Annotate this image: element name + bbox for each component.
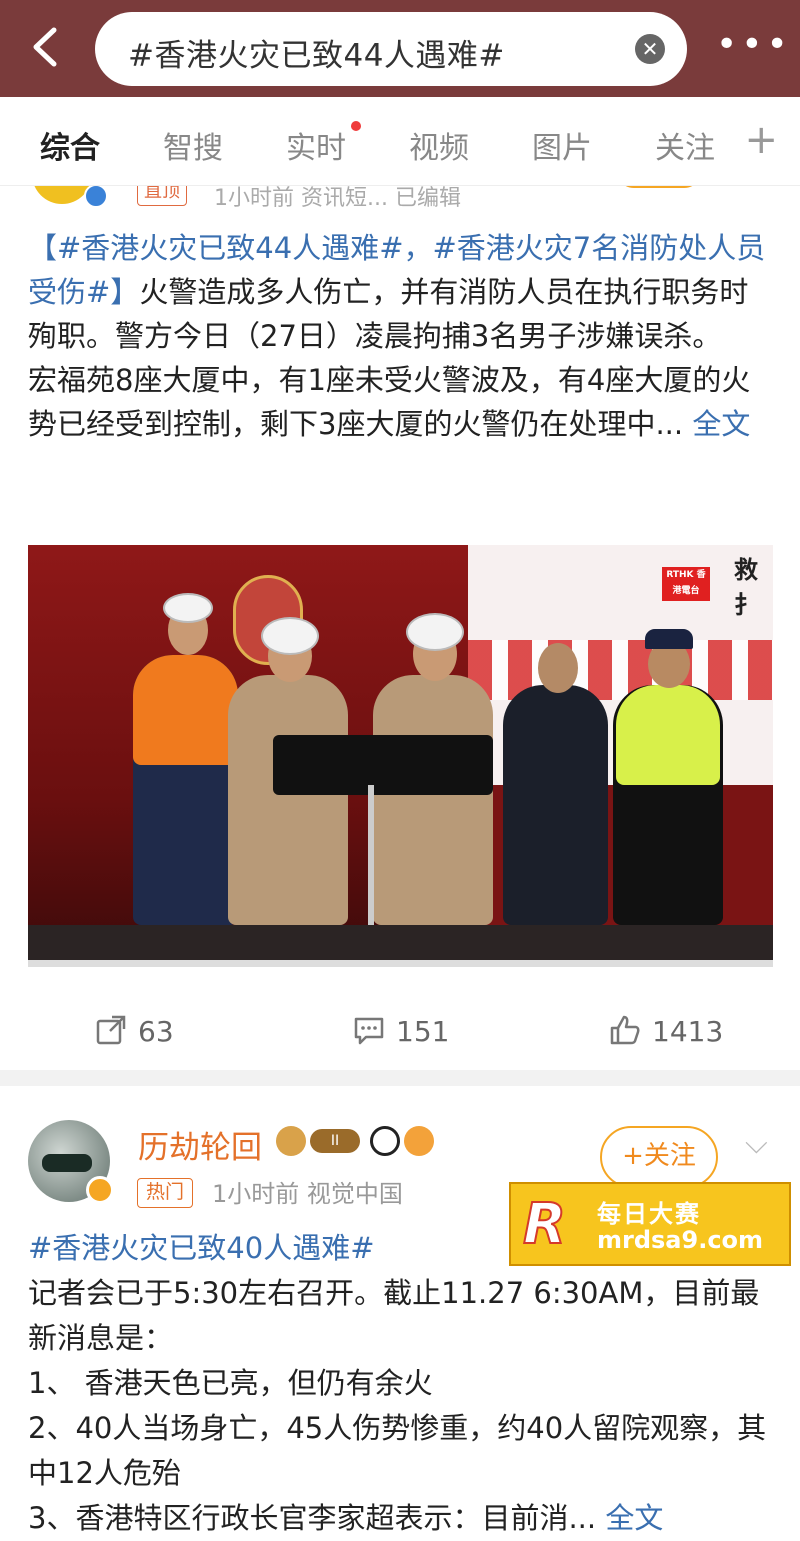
post-meta: 1小时前 资讯短... 已编辑 bbox=[214, 186, 461, 211]
pinned-badge: 直顶 bbox=[137, 186, 187, 206]
police-cap bbox=[645, 629, 693, 649]
pufferfish-icon bbox=[404, 1126, 434, 1156]
verified-icon bbox=[86, 1176, 114, 1204]
post-line: 1、 香港天色已亮，但仍有余火 bbox=[28, 1366, 433, 1400]
post-line: 记者会已于5:30左右召开。截止11.27 6:30AM，目前最新消息是： bbox=[28, 1276, 760, 1355]
tab-comprehensive[interactable]: 综合 bbox=[40, 123, 100, 167]
search-input[interactable]: #香港火灾已致44人遇难# ✕ bbox=[95, 12, 687, 86]
cookie-icon bbox=[276, 1126, 306, 1156]
repost-count: 63 bbox=[138, 1015, 174, 1048]
author-name[interactable]: 历劫轮回 bbox=[138, 1122, 262, 1167]
orange-vest bbox=[133, 655, 238, 765]
post-text: 宏福苑8座大厦中，有1座未受火警波及，有4座大厦的火势已经受到控制，剩下3座大厦… bbox=[28, 363, 751, 441]
full-text-link[interactable]: 全文 bbox=[692, 407, 750, 441]
image-caption: 救扌 bbox=[734, 556, 758, 619]
tab-following[interactable]: 关注 bbox=[655, 123, 715, 167]
bottom-strip bbox=[28, 960, 773, 967]
rank-badge: II bbox=[310, 1129, 360, 1153]
comment-count: 151 bbox=[396, 1015, 450, 1048]
thumbs-up-icon bbox=[610, 1015, 640, 1045]
watermark-title: 每日大赛 bbox=[597, 1200, 701, 1228]
head bbox=[538, 643, 578, 693]
helmet bbox=[163, 593, 213, 623]
like-count: 1413 bbox=[652, 1015, 724, 1048]
tab-video[interactable]: 视频 bbox=[409, 123, 469, 167]
firefighter-2 bbox=[373, 675, 493, 925]
helmet bbox=[261, 617, 319, 655]
avatar[interactable] bbox=[32, 186, 92, 204]
hot-badge: 热门 bbox=[137, 1178, 194, 1208]
official-dark-jacket bbox=[503, 685, 608, 925]
clear-icon[interactable]: ✕ bbox=[635, 34, 665, 64]
hi-vis-vest bbox=[616, 685, 720, 785]
more-options-icon[interactable]: ••• bbox=[716, 27, 788, 66]
firefighter-1 bbox=[228, 675, 348, 925]
feed-divider bbox=[0, 1070, 800, 1086]
post1-image[interactable]: RTHK 香港電台 救扌 bbox=[28, 545, 773, 967]
microphones bbox=[273, 735, 493, 795]
post-meta: 1小时前 视觉中国 bbox=[212, 1180, 403, 1208]
hashtag-link[interactable]: #香港火灾已致40人遇难# bbox=[28, 1231, 375, 1265]
post-line: 2、40人当场身亡，45人伤势惨重，约40人留院观察，其中12人危殆 bbox=[28, 1411, 767, 1490]
top-bar: #香港火灾已致44人遇难# ✕ ••• bbox=[0, 0, 800, 97]
author-badges: II bbox=[276, 1126, 438, 1160]
post2-text: #香港火灾已致40人遇难# 记者会已于5:30左右召开。截止11.27 6:30… bbox=[28, 1226, 773, 1541]
comment-icon bbox=[354, 1017, 384, 1045]
chevron-down-icon[interactable]: ⌵ bbox=[745, 1126, 768, 1161]
follow-button[interactable] bbox=[616, 186, 702, 188]
tab-bar: 综合 智搜 实时 视频 图片 关注 + bbox=[0, 97, 800, 186]
backdrop-stripe bbox=[468, 640, 773, 700]
search-query: #香港火灾已致44人遇难# bbox=[128, 38, 505, 74]
notification-dot bbox=[351, 121, 361, 131]
tab-smart-search[interactable]: 智搜 bbox=[163, 123, 223, 167]
post1-actions: 63 151 1413 bbox=[0, 995, 800, 1070]
like-button[interactable]: 1413 bbox=[608, 1013, 723, 1048]
add-tab-icon[interactable]: + bbox=[744, 117, 778, 163]
post1-text: 【#香港火灾已致44人遇难#，#香港火灾7名消防处人员受伤#】火警造成多人伤亡，… bbox=[28, 226, 773, 446]
tab-realtime[interactable]: 实时 bbox=[286, 123, 346, 167]
repost-button[interactable]: 63 bbox=[94, 1013, 174, 1048]
verified-icon bbox=[84, 186, 108, 208]
panda-icon bbox=[370, 1126, 400, 1156]
helmet bbox=[406, 613, 464, 651]
mic-stand bbox=[368, 785, 374, 925]
tab-images[interactable]: 图片 bbox=[532, 123, 592, 167]
follow-button[interactable]: +关注 bbox=[600, 1126, 718, 1188]
rthk-logo: RTHK 香港電台 bbox=[662, 567, 710, 601]
repost-icon bbox=[96, 1015, 126, 1045]
comment-button[interactable]: 151 bbox=[352, 1013, 449, 1048]
post1-header: 直顶 1小时前 资讯短... 已编辑 bbox=[0, 186, 800, 220]
avatar-detail bbox=[42, 1154, 92, 1172]
back-arrow-icon[interactable] bbox=[26, 22, 70, 72]
